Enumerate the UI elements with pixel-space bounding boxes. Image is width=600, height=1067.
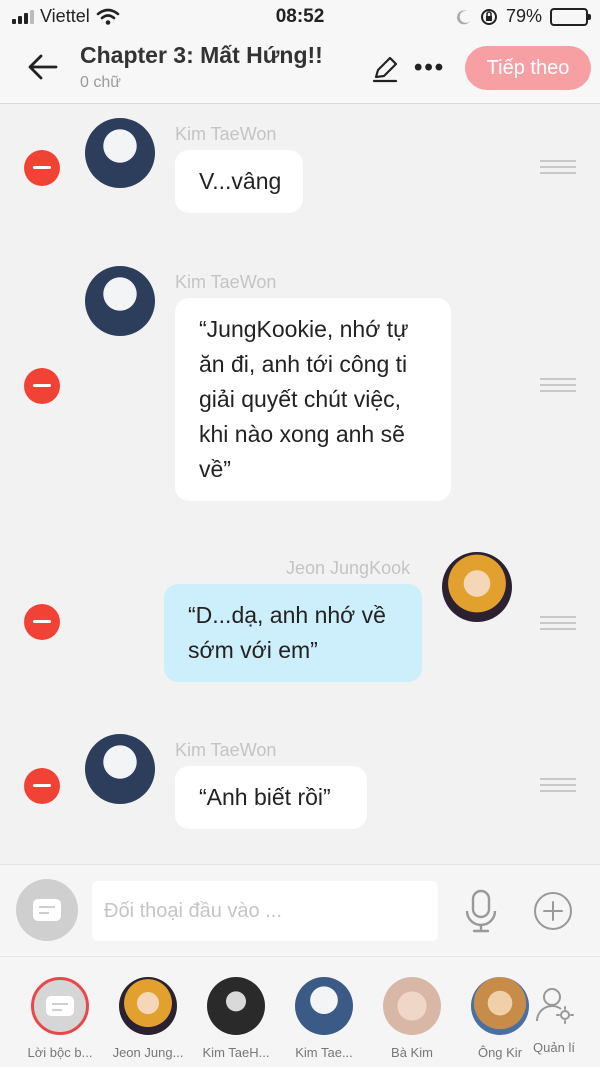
microphone-icon[interactable] bbox=[464, 889, 498, 933]
speaker-name: Kim TaeWon bbox=[175, 740, 277, 760]
dialogue-input[interactable] bbox=[92, 881, 438, 941]
message-icon bbox=[33, 899, 61, 921]
avatar bbox=[85, 734, 155, 804]
avatar bbox=[383, 977, 441, 1035]
character-label: Jeon Jung... bbox=[112, 1045, 184, 1060]
delete-message-button[interactable] bbox=[24, 368, 60, 404]
manage-label: Quản lí bbox=[533, 1040, 575, 1055]
avatar bbox=[295, 977, 353, 1035]
status-right: 79% bbox=[456, 6, 591, 27]
character-list: Lời bộc b... Jeon Jung... Kim TaeH... Ki… bbox=[0, 957, 540, 1067]
message-row: Kim TaeWon “JungKookie, nhớ tự ăn đi, an… bbox=[0, 254, 600, 514]
drag-handle-icon[interactable] bbox=[540, 160, 576, 174]
message-line: “JungKookie, nhớ tự bbox=[199, 316, 409, 342]
avatar bbox=[85, 118, 155, 188]
message-row: Jeon JungKook “D...dạ, anh nhớ về sớm vớ… bbox=[0, 544, 600, 704]
drag-handle-icon[interactable] bbox=[540, 778, 576, 792]
speaker-name: Jeon JungKook bbox=[286, 558, 411, 578]
message-line: khi nào xong anh sẽ bbox=[199, 421, 405, 447]
next-button[interactable]: Tiếp theo bbox=[465, 46, 591, 90]
character-item[interactable]: Jeon Jung... bbox=[104, 977, 192, 1060]
avatar bbox=[85, 266, 155, 336]
message-icon bbox=[46, 996, 74, 1016]
header: Chapter 3: Mất Hứng!! 0 chữ ••• Tiếp the… bbox=[0, 34, 600, 104]
character-label: Kim Tae... bbox=[295, 1045, 353, 1060]
chat-area: Kim TaeWon V...vâng Kim TaeWon “JungKook… bbox=[0, 104, 600, 864]
user-settings-icon bbox=[536, 988, 574, 1024]
message-line: “Anh biết rồi” bbox=[199, 784, 331, 810]
manage-characters-button[interactable]: Quản lí bbox=[518, 985, 590, 1055]
message-row: Kim TaeWon V...vâng bbox=[0, 104, 600, 234]
moon-icon bbox=[457, 9, 470, 24]
character-label: Lời bộc b... bbox=[27, 1045, 93, 1060]
message-line: “D...dạ, anh nhớ về bbox=[188, 602, 386, 628]
narrator-avatar bbox=[31, 977, 89, 1035]
battery-icon bbox=[550, 7, 591, 26]
message-bubble[interactable]: V...vâng bbox=[175, 150, 303, 213]
avatar bbox=[442, 552, 512, 622]
message-bubble[interactable]: “JungKookie, nhớ tự ăn đi, anh tới công … bbox=[175, 298, 451, 501]
character-item[interactable]: Bà Kim bbox=[368, 977, 456, 1060]
avatar bbox=[207, 977, 265, 1035]
more-options-icon[interactable]: ••• bbox=[414, 54, 454, 82]
message-line: giải quyết chút việc, bbox=[199, 386, 402, 412]
chapter-title: Chapter 3: Mất Hứng!! bbox=[80, 42, 323, 68]
battery-percent: 79% bbox=[505, 6, 542, 26]
avatar bbox=[119, 977, 177, 1035]
message-bubble[interactable]: “Anh biết rồi” bbox=[175, 766, 367, 829]
character-narrator[interactable]: Lời bộc b... bbox=[16, 977, 104, 1060]
speaker-name: Kim TaeWon bbox=[175, 272, 277, 292]
message-line: V...vâng bbox=[199, 168, 282, 194]
character-bar: Lời bộc b... Jeon Jung... Kim TaeH... Ki… bbox=[0, 956, 600, 1067]
character-item[interactable]: Kim TaeH... bbox=[192, 977, 280, 1060]
add-icon[interactable] bbox=[533, 891, 573, 931]
back-arrow-icon[interactable] bbox=[26, 50, 60, 84]
narration-mode-button[interactable] bbox=[16, 879, 78, 941]
speaker-name: Kim TaeWon bbox=[175, 124, 277, 144]
composer bbox=[0, 864, 600, 956]
status-bar: Viettel 08:52 79% bbox=[0, 0, 600, 34]
character-label: Bà Kim bbox=[391, 1045, 433, 1060]
message-line: ăn đi, anh tới công ti bbox=[199, 351, 408, 377]
pencil-icon[interactable] bbox=[370, 54, 400, 84]
character-item[interactable]: Kim Tae... bbox=[280, 977, 368, 1060]
rotation-lock-icon bbox=[480, 8, 497, 25]
message-line: sớm với em” bbox=[188, 637, 318, 663]
word-count: 0 chữ bbox=[80, 74, 121, 91]
character-label: Kim TaeH... bbox=[202, 1045, 270, 1060]
drag-handle-icon[interactable] bbox=[540, 616, 576, 630]
message-row: Kim TaeWon “Anh biết rồi” bbox=[0, 724, 600, 844]
message-line: về” bbox=[199, 456, 231, 482]
delete-message-button[interactable] bbox=[24, 604, 60, 640]
drag-handle-icon[interactable] bbox=[540, 378, 576, 392]
delete-message-button[interactable] bbox=[24, 150, 60, 186]
message-bubble[interactable]: “D...dạ, anh nhớ về sớm với em” bbox=[164, 584, 422, 682]
delete-message-button[interactable] bbox=[24, 768, 60, 804]
